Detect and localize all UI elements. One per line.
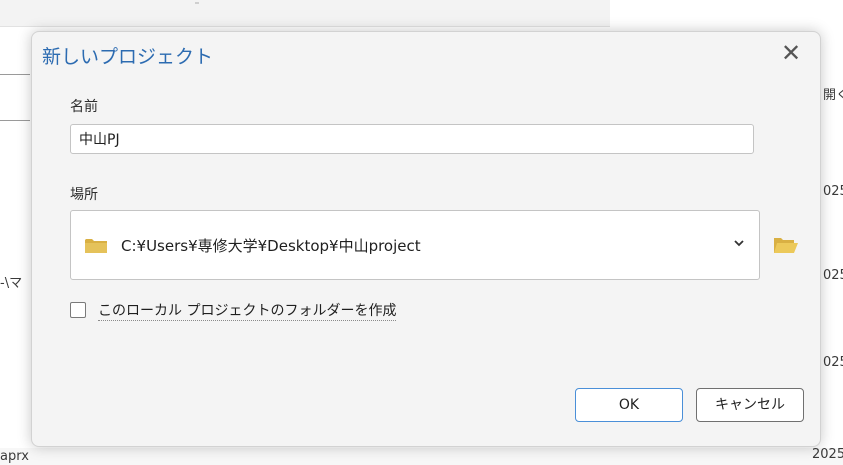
name-label: 名前 (70, 99, 98, 115)
new-project-dialog: 新しいプロジェクト ✕ 名前 場所 C:¥Users¥専修大学¥Desktop¥… (31, 31, 821, 447)
folder-icon (85, 239, 107, 253)
close-icon[interactable]: ✕ (776, 38, 806, 68)
background-date-cell: 025 (823, 355, 843, 370)
background-file-extension: aprx (0, 449, 29, 464)
background-path-fragment: -\マ (0, 276, 23, 291)
background-toolbar-mark (195, 2, 199, 4)
location-dropdown[interactable]: C:¥Users¥専修大学¥Desktop¥中山project (70, 210, 760, 280)
location-path: C:¥Users¥専修大学¥Desktop¥中山project (121, 237, 421, 255)
background-date-cell: 2025 (812, 447, 843, 462)
ok-button[interactable]: OK (575, 388, 683, 422)
background-column-open: 開く (823, 88, 843, 103)
background-divider (0, 74, 30, 75)
cancel-button[interactable]: キャンセル (696, 388, 804, 422)
folder-open-icon[interactable] (773, 235, 799, 255)
chevron-down-icon (734, 240, 744, 247)
background-date-cell: 025 (823, 268, 843, 283)
dialog-title: 新しいプロジェクト (42, 46, 214, 68)
project-name-input[interactable] (70, 124, 754, 154)
create-folder-label[interactable]: このローカル プロジェクトのフォルダーを作成 (98, 300, 397, 321)
background-status-row (0, 448, 843, 465)
background-toolbar (0, 0, 610, 27)
create-folder-checkbox[interactable] (70, 302, 86, 318)
background-date-cell: 025 (823, 184, 843, 199)
background-divider (0, 120, 30, 121)
location-label: 場所 (70, 187, 98, 203)
